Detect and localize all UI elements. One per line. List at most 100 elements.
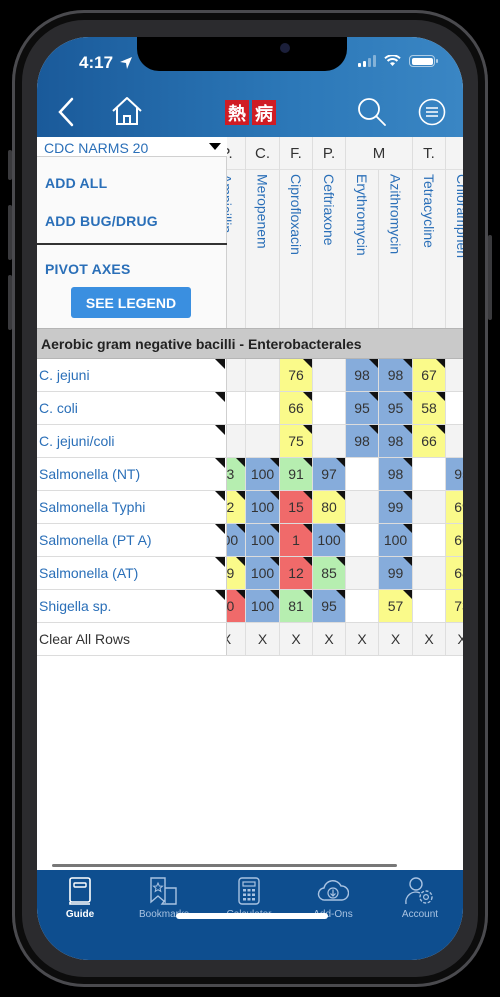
susceptibility-cell[interactable]: 76 xyxy=(280,359,313,391)
drug-column-header[interactable]: Chloramphen xyxy=(446,170,463,328)
susceptibility-cell[interactable] xyxy=(413,491,446,523)
clear-column-button[interactable]: X xyxy=(446,623,463,655)
drug-class-header[interactable]: F. xyxy=(280,137,313,170)
organism-label[interactable]: Salmonella (AT) xyxy=(37,557,227,589)
dataset-dropdown[interactable]: CDC NARMS 20 xyxy=(37,137,227,157)
susceptibility-cell[interactable]: 98 xyxy=(346,425,379,457)
drug-column-header[interactable]: Ampicillin xyxy=(227,170,246,328)
susceptibility-cell[interactable]: 66 xyxy=(413,425,446,457)
clear-column-button[interactable]: X xyxy=(313,623,346,655)
susceptibility-cell[interactable] xyxy=(346,524,379,556)
susceptibility-cell[interactable]: 67 xyxy=(413,359,446,391)
susceptibility-cell[interactable] xyxy=(313,425,346,457)
organism-label[interactable]: C. coli xyxy=(37,392,227,424)
susceptibility-cell[interactable]: 95 xyxy=(313,590,346,622)
drug-class-header[interactable]: P. xyxy=(227,137,246,170)
tab-guide[interactable]: Guide xyxy=(40,876,120,920)
susceptibility-cell[interactable]: 91 xyxy=(280,458,313,490)
organism-label[interactable]: C. jejuni xyxy=(37,359,227,391)
susceptibility-cell[interactable]: 95 xyxy=(446,458,463,490)
susceptibility-cell[interactable]: 57 xyxy=(379,590,413,622)
susceptibility-cell[interactable] xyxy=(446,392,463,424)
organism-label[interactable]: C. jejuni/coli xyxy=(37,425,227,457)
susceptibility-cell[interactable]: 66 xyxy=(446,524,463,556)
susceptibility-cell[interactable]: 95 xyxy=(346,392,379,424)
susceptibility-cell[interactable]: 73 xyxy=(446,590,463,622)
susceptibility-cell[interactable]: 99 xyxy=(379,491,413,523)
susceptibility-cell[interactable] xyxy=(446,359,463,391)
susceptibility-cell[interactable] xyxy=(413,590,446,622)
organism-label[interactable]: Shigella sp. xyxy=(37,590,227,622)
susceptibility-cell[interactable] xyxy=(413,458,446,490)
drug-column-header[interactable]: Meropenem xyxy=(246,170,280,328)
susceptibility-cell[interactable]: 1 xyxy=(280,524,313,556)
susceptibility-cell[interactable] xyxy=(227,392,246,424)
susceptibility-cell[interactable] xyxy=(413,557,446,589)
susceptibility-cell[interactable] xyxy=(313,392,346,424)
susceptibility-cell[interactable] xyxy=(227,425,246,457)
susceptibility-cell[interactable]: 100 xyxy=(246,524,280,556)
drug-column-header[interactable]: Erythromycin xyxy=(346,170,379,328)
drug-column-header[interactable]: Ceftriaxone xyxy=(313,170,346,328)
home-icon[interactable] xyxy=(111,96,143,126)
clear-column-button[interactable]: X xyxy=(379,623,413,655)
susceptibility-cell[interactable] xyxy=(346,557,379,589)
back-chevron-icon[interactable] xyxy=(57,97,75,127)
organism-label[interactable]: Salmonella (NT) xyxy=(37,458,227,490)
susceptibility-cell[interactable]: 15 xyxy=(280,491,313,523)
susceptibility-cell[interactable]: 75 xyxy=(280,425,313,457)
susceptibility-cell[interactable]: 95 xyxy=(379,392,413,424)
susceptibility-cell[interactable]: 100 xyxy=(246,458,280,490)
drug-class-header[interactable]: M xyxy=(346,137,413,170)
clear-column-button[interactable]: X xyxy=(227,623,246,655)
susceptibility-cell[interactable]: 79 xyxy=(227,557,246,589)
susceptibility-cell[interactable]: 66 xyxy=(280,392,313,424)
clear-column-button[interactable]: X xyxy=(413,623,446,655)
see-legend-button[interactable]: SEE LEGEND xyxy=(71,287,191,318)
clear-column-button[interactable]: X xyxy=(346,623,379,655)
susceptibility-cell[interactable] xyxy=(246,425,280,457)
susceptibility-cell[interactable]: 10 xyxy=(227,590,246,622)
susceptibility-cell[interactable] xyxy=(346,458,379,490)
clear-all-rows-button[interactable]: Clear All Rows xyxy=(37,623,227,655)
susceptibility-cell[interactable]: 98 xyxy=(379,458,413,490)
susceptibility-cell[interactable]: 97 xyxy=(313,458,346,490)
organism-label[interactable]: Salmonella (PT A) xyxy=(37,524,227,556)
search-icon[interactable] xyxy=(357,97,387,127)
susceptibility-cell[interactable]: 69 xyxy=(446,491,463,523)
susceptibility-cell[interactable]: 100 xyxy=(379,524,413,556)
susceptibility-cell[interactable] xyxy=(413,524,446,556)
susceptibility-cell[interactable]: 99 xyxy=(379,557,413,589)
horizontal-scrollbar[interactable] xyxy=(52,864,397,867)
susceptibility-cell[interactable]: 68 xyxy=(446,557,463,589)
susceptibility-cell[interactable]: 98 xyxy=(379,359,413,391)
susceptibility-cell[interactable]: 100 xyxy=(313,524,346,556)
susceptibility-cell[interactable] xyxy=(446,425,463,457)
susceptibility-cell[interactable]: 100 xyxy=(227,524,246,556)
susceptibility-cell[interactable] xyxy=(346,590,379,622)
clear-column-button[interactable]: X xyxy=(246,623,280,655)
add-all-button[interactable]: ADD ALL xyxy=(45,175,107,191)
drug-column-header[interactable]: Tetracycline xyxy=(413,170,446,328)
drug-class-header[interactable] xyxy=(446,137,463,170)
susceptibility-cell[interactable]: 83 xyxy=(227,458,246,490)
susceptibility-cell[interactable]: 81 xyxy=(280,590,313,622)
drug-class-header[interactable]: P. xyxy=(313,137,346,170)
app-logo[interactable]: 熱 病 xyxy=(225,100,276,125)
drug-column-header[interactable]: Ciprofloxacin xyxy=(280,170,313,328)
susceptibility-cell[interactable]: 98 xyxy=(379,425,413,457)
susceptibility-cell[interactable] xyxy=(313,359,346,391)
susceptibility-cell[interactable]: 58 xyxy=(413,392,446,424)
susceptibility-cell[interactable]: 80 xyxy=(313,491,346,523)
susceptibility-cell[interactable] xyxy=(227,359,246,391)
drug-class-header[interactable]: T. xyxy=(413,137,446,170)
tab-account[interactable]: Account xyxy=(380,876,460,920)
drug-class-header[interactable]: C. xyxy=(246,137,280,170)
susceptibility-cell[interactable]: 98 xyxy=(346,359,379,391)
susceptibility-cell[interactable]: 100 xyxy=(246,590,280,622)
susceptibility-cell[interactable]: 85 xyxy=(313,557,346,589)
susceptibility-cell[interactable] xyxy=(246,359,280,391)
clear-column-button[interactable]: X xyxy=(280,623,313,655)
susceptibility-cell[interactable] xyxy=(246,392,280,424)
susceptibility-cell[interactable]: 100 xyxy=(246,491,280,523)
